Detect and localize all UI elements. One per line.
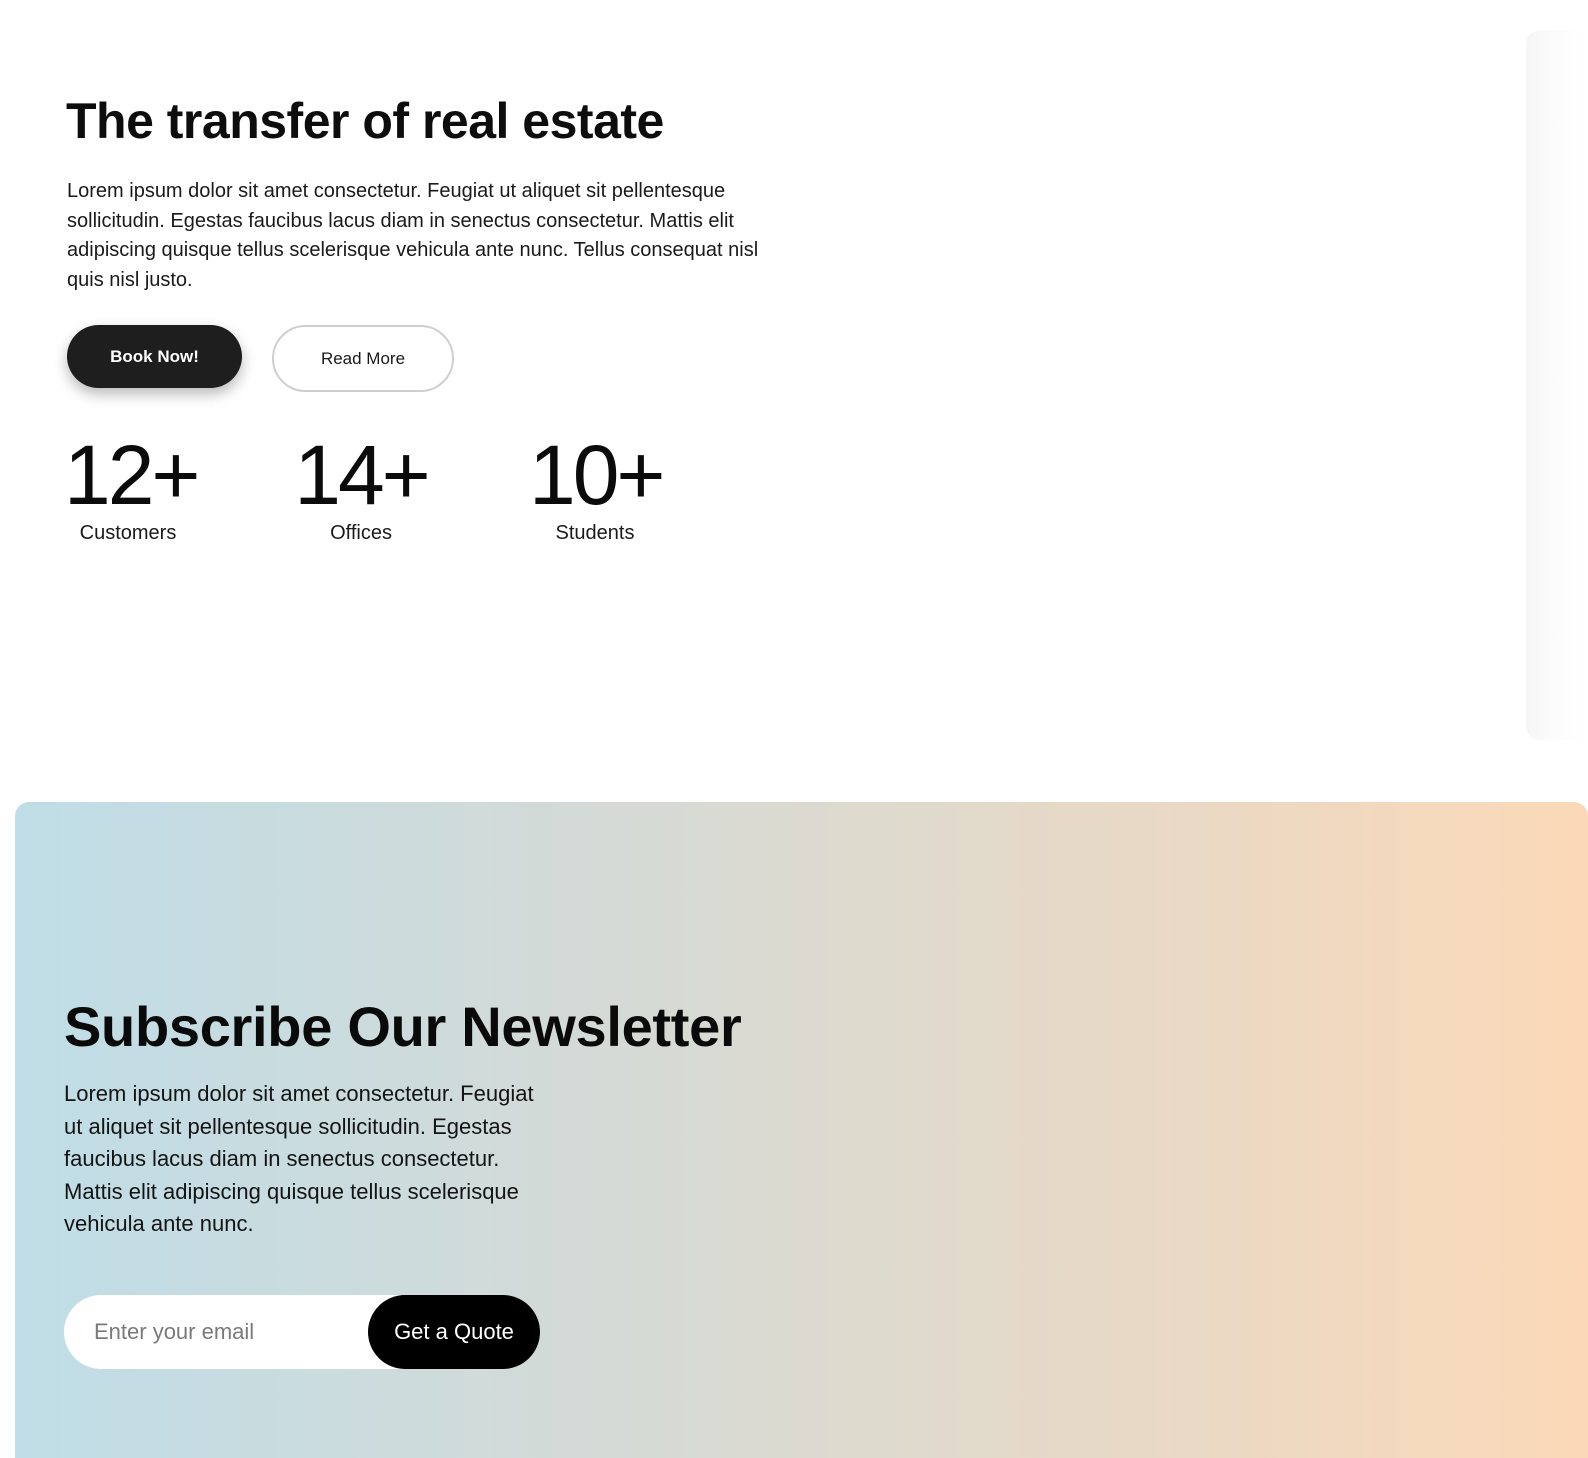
email-input[interactable] — [64, 1295, 374, 1369]
newsletter-description: Lorem ipsum dolor sit amet consectetur. … — [64, 1081, 534, 1237]
hero-description: Lorem ipsum dolor sit amet consectetur. … — [67, 180, 759, 291]
stat-students: 10+ Students — [529, 428, 666, 545]
stat-label: Students — [555, 522, 635, 544]
stat-value: 12+ — [64, 428, 201, 522]
stat-customers: 12+ Customers — [64, 428, 201, 545]
newsletter-title: Subscribe Our Newsletter — [64, 995, 742, 1058]
get-a-quote-button[interactable]: Get a Quote — [368, 1295, 540, 1369]
stat-label: Customers — [79, 522, 177, 544]
book-now-button[interactable]: Book Now! — [67, 325, 242, 388]
hero-image — [1526, 30, 1588, 740]
stat-value: 10+ — [529, 428, 666, 522]
stat-value: 14+ — [294, 428, 431, 522]
subscribe-form: Get a Quote — [64, 1295, 540, 1369]
stat-offices: 14+ Offices — [294, 428, 431, 545]
page: The transfer of real estate Lorem ipsum … — [0, 0, 1588, 1458]
hero-title: The transfer of real estate — [66, 93, 664, 149]
stat-label: Offices — [330, 522, 392, 544]
newsletter-section: Subscribe Our Newsletter Lorem ipsum dol… — [15, 802, 1588, 1458]
read-more-button[interactable]: Read More — [272, 325, 454, 392]
